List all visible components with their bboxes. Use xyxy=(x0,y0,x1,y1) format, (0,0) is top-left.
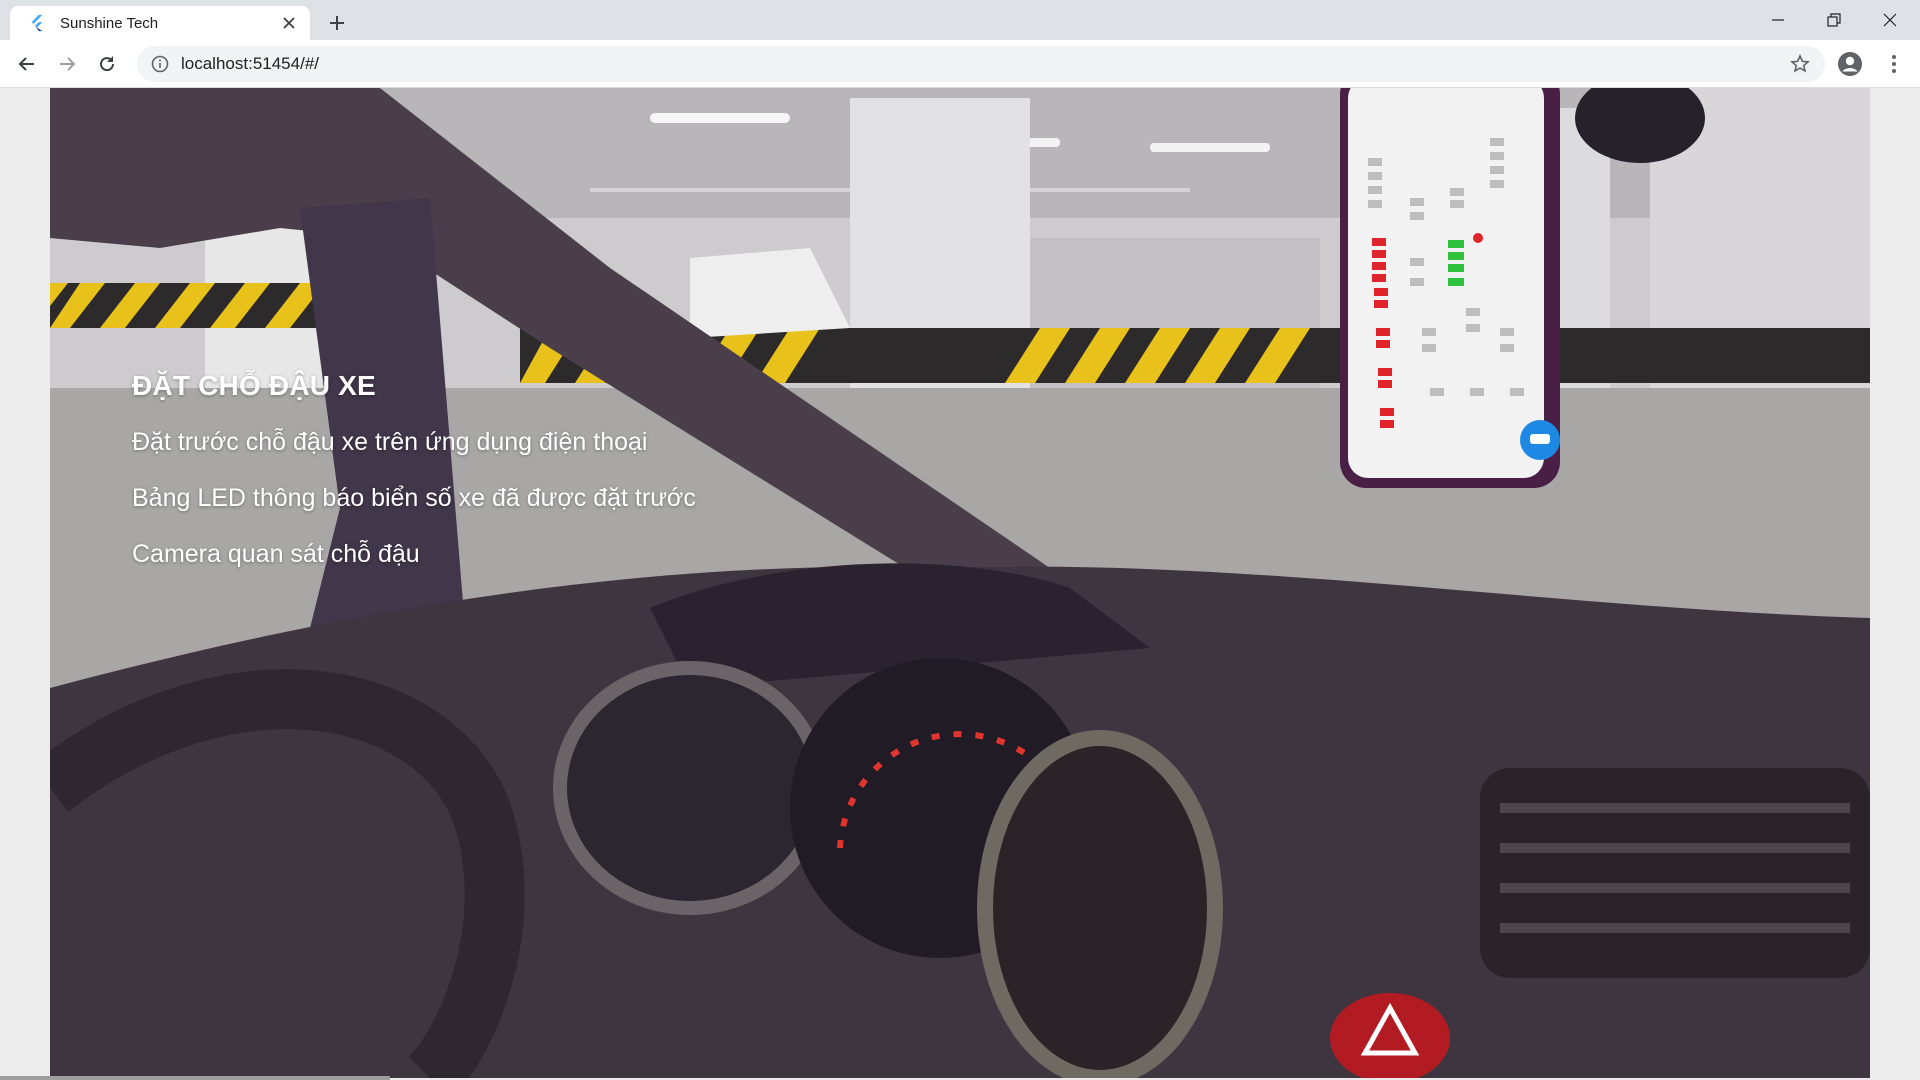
window-minimize-button[interactable] xyxy=(1750,0,1806,40)
reload-button[interactable] xyxy=(91,48,123,80)
account-icon xyxy=(1838,52,1862,76)
browser-tab[interactable]: Sunshine Tech xyxy=(10,6,310,40)
restore-icon xyxy=(1827,13,1841,27)
address-bar[interactable]: localhost:51454/#/ xyxy=(137,46,1825,82)
browser-menu-button[interactable] xyxy=(1880,50,1908,78)
tab-title: Sunshine Tech xyxy=(60,14,159,32)
hero-banner: ĐẶT CHỖ ĐẬU XE Đặt trước chỗ đậu xe trên… xyxy=(50,88,1870,1078)
air-vent xyxy=(1480,768,1870,978)
new-tab-button[interactable] xyxy=(322,8,352,38)
hero-title: ĐẶT CHỖ ĐẬU XE xyxy=(132,370,376,401)
arrow-left-icon xyxy=(18,57,34,71)
info-icon[interactable] xyxy=(151,55,169,73)
url-text[interactable]: localhost:51454/#/ xyxy=(181,54,1789,74)
profile-button[interactable] xyxy=(1836,50,1864,78)
browser-toolbar: localhost:51454/#/ xyxy=(0,40,1920,88)
feature-line: Đặt trước chỗ đậu xe trên ứng dụng điện … xyxy=(132,428,648,456)
back-button[interactable] xyxy=(11,48,43,80)
plus-icon xyxy=(330,16,344,30)
window-close-button[interactable] xyxy=(1862,0,1918,40)
window-restore-button[interactable] xyxy=(1806,0,1862,40)
bookmark-star-icon[interactable] xyxy=(1789,53,1811,75)
forward-button[interactable] xyxy=(51,48,83,80)
hero-text-block: ĐẶT CHỖ ĐẬU XE Đặt trước chỗ đậu xe trên… xyxy=(132,370,696,596)
feature-line: Bảng LED thông báo biển số xe đã được đặ… xyxy=(132,484,696,512)
flutter-icon xyxy=(31,14,43,32)
window-close-icon xyxy=(1883,13,1897,27)
close-tab-icon[interactable] xyxy=(278,12,300,34)
page-viewport: ĐẶT CHỖ ĐẬU XE Đặt trước chỗ đậu xe trên… xyxy=(0,88,1920,1080)
tab-strip: Sunshine Tech xyxy=(0,0,1920,40)
feature-line: Camera quan sát chỗ đậu xyxy=(132,540,420,568)
arrow-right-icon xyxy=(60,57,76,71)
kebab-menu-icon xyxy=(1892,55,1896,73)
horizontal-scrollbar[interactable] xyxy=(0,1076,390,1080)
reload-icon xyxy=(100,56,115,72)
minimize-icon xyxy=(1772,19,1784,21)
